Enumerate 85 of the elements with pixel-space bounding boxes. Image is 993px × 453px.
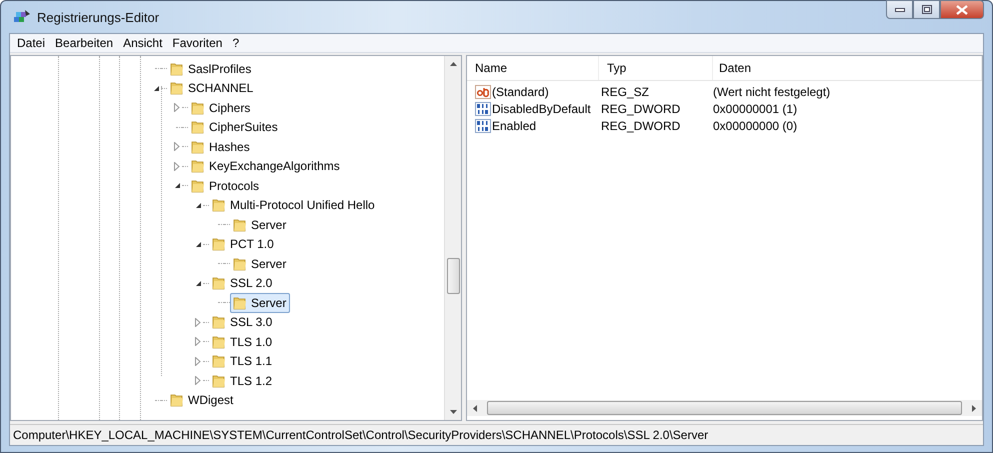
folder-icon bbox=[211, 334, 227, 350]
tree-item[interactable]: TLS 1.0 bbox=[209, 332, 276, 352]
value-name: Enabled bbox=[492, 118, 536, 132]
column-header[interactable]: Typ bbox=[599, 56, 713, 80]
scroll-right-icon[interactable] bbox=[972, 404, 976, 412]
window-title: Registrierungs-Editor bbox=[37, 10, 160, 24]
tree-item[interactable]: Ciphers bbox=[188, 98, 254, 118]
folder-icon bbox=[232, 294, 248, 311]
scroll-down-icon[interactable] bbox=[450, 410, 456, 414]
menu-item[interactable]: ? bbox=[227, 36, 244, 50]
close-button[interactable] bbox=[940, 0, 984, 19]
menu-item[interactable]: Bearbeiten bbox=[50, 36, 118, 50]
tree-item[interactable]: Server bbox=[230, 254, 290, 274]
value-type: REG_SZ bbox=[600, 84, 650, 98]
folder-icon bbox=[169, 80, 185, 96]
tree-item[interactable]: PCT 1.0 bbox=[209, 234, 278, 254]
folder-icon bbox=[232, 256, 248, 272]
folder-icon bbox=[211, 197, 227, 214]
close-icon bbox=[956, 4, 968, 14]
string-value-icon bbox=[475, 84, 491, 100]
collapse-triangle-icon[interactable] bbox=[194, 240, 202, 248]
collapse-triangle-icon[interactable] bbox=[194, 280, 202, 287]
tree-item[interactable]: TLS 1.2 bbox=[209, 370, 276, 391]
collapse-triangle-icon[interactable] bbox=[194, 202, 202, 209]
column-header[interactable]: Name bbox=[467, 56, 599, 80]
collapse-triangle-icon[interactable] bbox=[152, 84, 160, 92]
menu-item[interactable]: Ansicht bbox=[118, 36, 168, 50]
scrollbar-thumb[interactable] bbox=[487, 401, 962, 415]
tree-item[interactable]: Protocols bbox=[188, 176, 264, 196]
expand-triangle-icon[interactable] bbox=[174, 162, 180, 171]
folder-icon bbox=[190, 100, 206, 116]
expand-triangle-icon[interactable] bbox=[174, 103, 180, 112]
tree-item[interactable]: CipherSuites bbox=[188, 117, 282, 138]
folder-icon bbox=[190, 158, 206, 174]
value-name: (Standard) bbox=[492, 84, 549, 98]
folder-icon bbox=[169, 60, 185, 77]
column-header[interactable]: Daten bbox=[713, 56, 982, 80]
folder-icon bbox=[211, 372, 227, 389]
value-data: 0x00000001 (1) bbox=[713, 102, 798, 116]
tree-item[interactable]: SSL 2.0 bbox=[209, 273, 276, 294]
folder-icon bbox=[169, 392, 185, 408]
folder-icon bbox=[211, 353, 227, 370]
scroll-up-icon[interactable] bbox=[450, 62, 456, 66]
folder-icon bbox=[190, 138, 206, 155]
tree-item[interactable]: SSL 3.0 bbox=[209, 312, 276, 332]
value-name: DisabledByDefault bbox=[492, 102, 591, 116]
tree-item[interactable]: Server bbox=[230, 292, 290, 313]
tree-item[interactable]: WDigest bbox=[167, 390, 238, 410]
menu-item[interactable]: Datei bbox=[12, 36, 50, 50]
binary-value-icon bbox=[475, 118, 491, 134]
vertical-scrollbar[interactable] bbox=[444, 56, 461, 420]
tree-item[interactable]: SaslProfiles bbox=[167, 58, 256, 79]
value-data: 0x00000000 (0) bbox=[713, 118, 798, 132]
registry-editor-icon bbox=[13, 9, 31, 25]
expand-triangle-icon[interactable] bbox=[195, 337, 201, 346]
maximize-button[interactable] bbox=[913, 0, 940, 19]
value-type: REG_DWORD bbox=[600, 118, 682, 132]
menu-item[interactable]: Favoriten bbox=[167, 36, 228, 50]
expand-triangle-icon[interactable] bbox=[174, 142, 180, 152]
horizontal-scrollbar[interactable] bbox=[467, 400, 982, 416]
maximize-icon bbox=[922, 5, 932, 14]
folder-icon bbox=[190, 119, 206, 136]
tree-item[interactable]: TLS 1.1 bbox=[209, 351, 276, 372]
scrollbar-thumb[interactable] bbox=[446, 258, 460, 294]
expand-triangle-icon[interactable] bbox=[195, 318, 201, 327]
value-data: (Wert nicht festgelegt) bbox=[713, 84, 832, 98]
tree-item[interactable]: Hashes bbox=[188, 136, 254, 157]
folder-icon bbox=[211, 275, 227, 292]
folder-icon bbox=[232, 216, 248, 233]
tree-item[interactable]: SCHANNEL bbox=[167, 78, 258, 98]
binary-value-icon bbox=[475, 100, 491, 116]
value-type: REG_DWORD bbox=[600, 102, 682, 116]
collapse-triangle-icon[interactable] bbox=[174, 182, 180, 190]
folder-icon bbox=[211, 314, 227, 330]
scroll-left-icon[interactable] bbox=[473, 404, 477, 412]
folder-icon bbox=[190, 178, 206, 194]
expand-triangle-icon[interactable] bbox=[195, 356, 201, 366]
tree-item[interactable]: Server bbox=[230, 214, 290, 235]
registry-path: Computer\HKEY_LOCAL_MACHINE\SYSTEM\CurrentControlSet\Control\SecurityProviders\SCHANNEL\Protocols\SSL 2.0\Server bbox=[13, 428, 708, 442]
tree-item[interactable]: Multi-Protocol Unified Hello bbox=[209, 195, 379, 216]
minimize-icon bbox=[894, 8, 904, 12]
minimize-button[interactable] bbox=[886, 0, 913, 19]
folder-icon bbox=[211, 236, 227, 252]
tree-item[interactable]: KeyExchangeAlgorithms bbox=[188, 156, 344, 176]
expand-triangle-icon[interactable] bbox=[195, 376, 201, 386]
